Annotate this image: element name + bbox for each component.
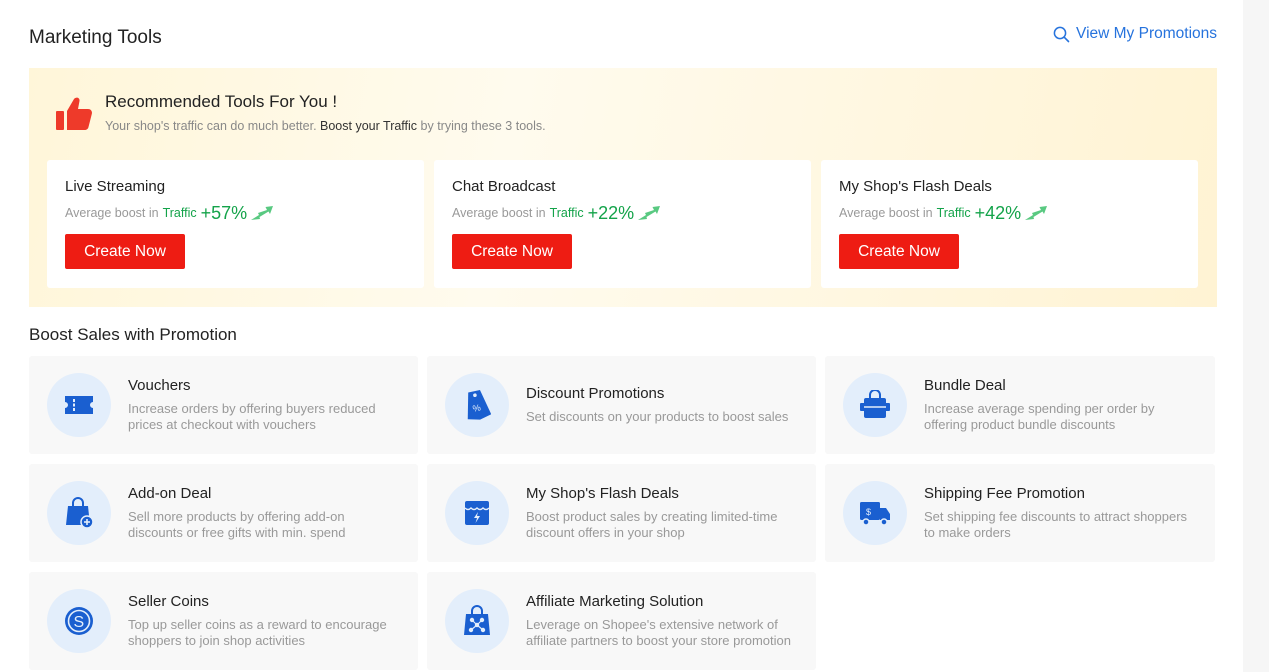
tool-card-title: My Shop's Flash Deals: [839, 178, 992, 195]
trend-up-arrow-icon: [251, 206, 274, 220]
voucher-icon: [65, 396, 93, 414]
svg-text:S: S: [74, 614, 85, 631]
boost-label: Average boost in: [452, 206, 546, 220]
promo-text: Vouchers Increase orders by offering buy…: [128, 356, 400, 454]
promo-description: Top up seller coins as a reward to encou…: [128, 617, 387, 648]
create-now-button[interactable]: Create Now: [839, 234, 959, 269]
boost-percentage: +42%: [974, 202, 1022, 223]
promo-text: Add-on Deal Sell more products by offeri…: [128, 464, 400, 562]
promo-name: Seller Coins: [128, 593, 209, 610]
promo-text: Shipping Fee Promotion Set shipping fee …: [924, 464, 1197, 562]
promo-name: Vouchers: [128, 377, 191, 394]
create-now-button[interactable]: Create Now: [452, 234, 572, 269]
promo-text: Bundle Deal Increase average spending pe…: [924, 356, 1197, 454]
tool-boost-row: Average boost in Traffic +57%: [65, 202, 406, 224]
traffic-label: Traffic: [549, 206, 584, 220]
tool-boost-row: Average boost in Traffic +42%: [839, 202, 1180, 224]
promo-icon-badge: [47, 373, 111, 437]
svg-text:$: $: [866, 507, 871, 517]
promo-name: Shipping Fee Promotion: [924, 485, 1085, 502]
subtitle-text: Your shop's traffic can do much better.: [105, 119, 321, 133]
promo-card-vouchers[interactable]: Vouchers Increase orders by offering buy…: [29, 356, 418, 454]
promo-icon-badge: %: [445, 373, 509, 437]
promo-description: Leverage on Shopee's extensive network o…: [526, 617, 791, 648]
bundle-bag-icon: [860, 390, 890, 418]
promo-name: Affiliate Marketing Solution: [526, 593, 704, 610]
coin-icon: S: [65, 607, 93, 635]
tool-card-title: Chat Broadcast: [452, 178, 556, 195]
subtitle-bold-text: Boost your Traffic: [320, 119, 418, 133]
promo-icon-badge: $: [843, 481, 907, 545]
recommended-tool-cards: Live Streaming Average boost in Traffic …: [47, 160, 1198, 288]
flash-shop-icon: [464, 501, 490, 525]
promo-name: Discount Promotions: [526, 385, 665, 402]
search-icon: [1053, 26, 1070, 42]
tool-card-flash-deals: My Shop's Flash Deals Average boost in T…: [821, 160, 1198, 288]
promotion-grid: Vouchers Increase orders by offering buy…: [29, 356, 1217, 670]
affiliate-bag-icon: [464, 605, 490, 635]
promo-text: Discount Promotions Set discounts on you…: [526, 356, 798, 454]
promo-name: Bundle Deal: [924, 377, 1006, 394]
trend-up-arrow-icon: [1025, 206, 1048, 220]
thumbs-up-icon: [56, 97, 92, 130]
promo-description: Sell more products by offering add-on di…: [128, 509, 346, 540]
promo-icon-badge: S: [47, 589, 111, 653]
page-title: Marketing Tools: [29, 27, 162, 48]
promo-text: Affiliate Marketing Solution Leverage on…: [526, 572, 798, 670]
discount-tag-icon: %: [467, 390, 491, 420]
promo-icon-badge: [47, 481, 111, 545]
promo-icon-badge: [445, 481, 509, 545]
promo-description: Increase average spending per order by o…: [924, 401, 1155, 432]
tool-card-title: Live Streaming: [65, 178, 166, 195]
boost-percentage: +57%: [200, 202, 248, 223]
recommended-subtitle: Your shop's traffic can do much better. …: [105, 119, 546, 133]
subtitle-text-end: by trying these 3 tools.: [417, 119, 546, 133]
boost-label: Average boost in: [65, 206, 159, 220]
add-on-bag-icon: [66, 497, 94, 529]
section-title-boost-sales: Boost Sales with Promotion: [29, 325, 237, 344]
shipping-truck-icon: $: [860, 502, 890, 526]
promo-text: My Shop's Flash Deals Boost product sale…: [526, 464, 798, 562]
promo-card-affiliate-marketing[interactable]: Affiliate Marketing Solution Leverage on…: [427, 572, 816, 670]
promo-description: Set shipping fee discounts to attract sh…: [924, 509, 1188, 540]
promo-name: My Shop's Flash Deals: [526, 485, 679, 502]
boost-percentage: +22%: [587, 202, 635, 223]
promo-card-discount-promotions[interactable]: % Discount Promotions Set discounts on y…: [427, 356, 816, 454]
boost-label: Average boost in: [839, 206, 933, 220]
promo-card-seller-coins[interactable]: S Seller Coins Top up seller coins as a …: [29, 572, 418, 670]
promo-card-shipping-fee[interactable]: $ Shipping Fee Promotion Set shipping fe…: [825, 464, 1215, 562]
promo-card-add-on-deal[interactable]: Add-on Deal Sell more products by offeri…: [29, 464, 418, 562]
promo-text: Seller Coins Top up seller coins as a re…: [128, 572, 400, 670]
promo-name: Add-on Deal: [128, 485, 212, 502]
view-my-promotions-label: View My Promotions: [1076, 25, 1217, 42]
promo-card-flash-deals[interactable]: My Shop's Flash Deals Boost product sale…: [427, 464, 816, 562]
trend-up-arrow-icon: [638, 206, 661, 220]
tool-card-live-streaming: Live Streaming Average boost in Traffic …: [47, 160, 424, 288]
promo-card-bundle-deal[interactable]: Bundle Deal Increase average spending pe…: [825, 356, 1215, 454]
promo-icon-badge: [445, 589, 509, 653]
recommended-tools-box: Recommended Tools For You ! Your shop's …: [29, 68, 1217, 307]
promo-description: Increase orders by offering buyers reduc…: [128, 401, 376, 432]
marketing-tools-panel: Marketing Tools View My Promotions Recom…: [0, 0, 1243, 672]
recommended-title: Recommended Tools For You !: [105, 92, 338, 111]
promo-description: Set discounts on your products to boost …: [526, 409, 789, 424]
tool-card-chat-broadcast: Chat Broadcast Average boost in Traffic …: [434, 160, 811, 288]
traffic-label: Traffic: [936, 206, 971, 220]
promo-description: Boost product sales by creating limited-…: [526, 509, 778, 540]
traffic-label: Traffic: [162, 206, 197, 220]
tool-boost-row: Average boost in Traffic +22%: [452, 202, 793, 224]
view-my-promotions-link[interactable]: View My Promotions: [1053, 25, 1217, 43]
create-now-button[interactable]: Create Now: [65, 234, 185, 269]
promo-icon-badge: [843, 373, 907, 437]
